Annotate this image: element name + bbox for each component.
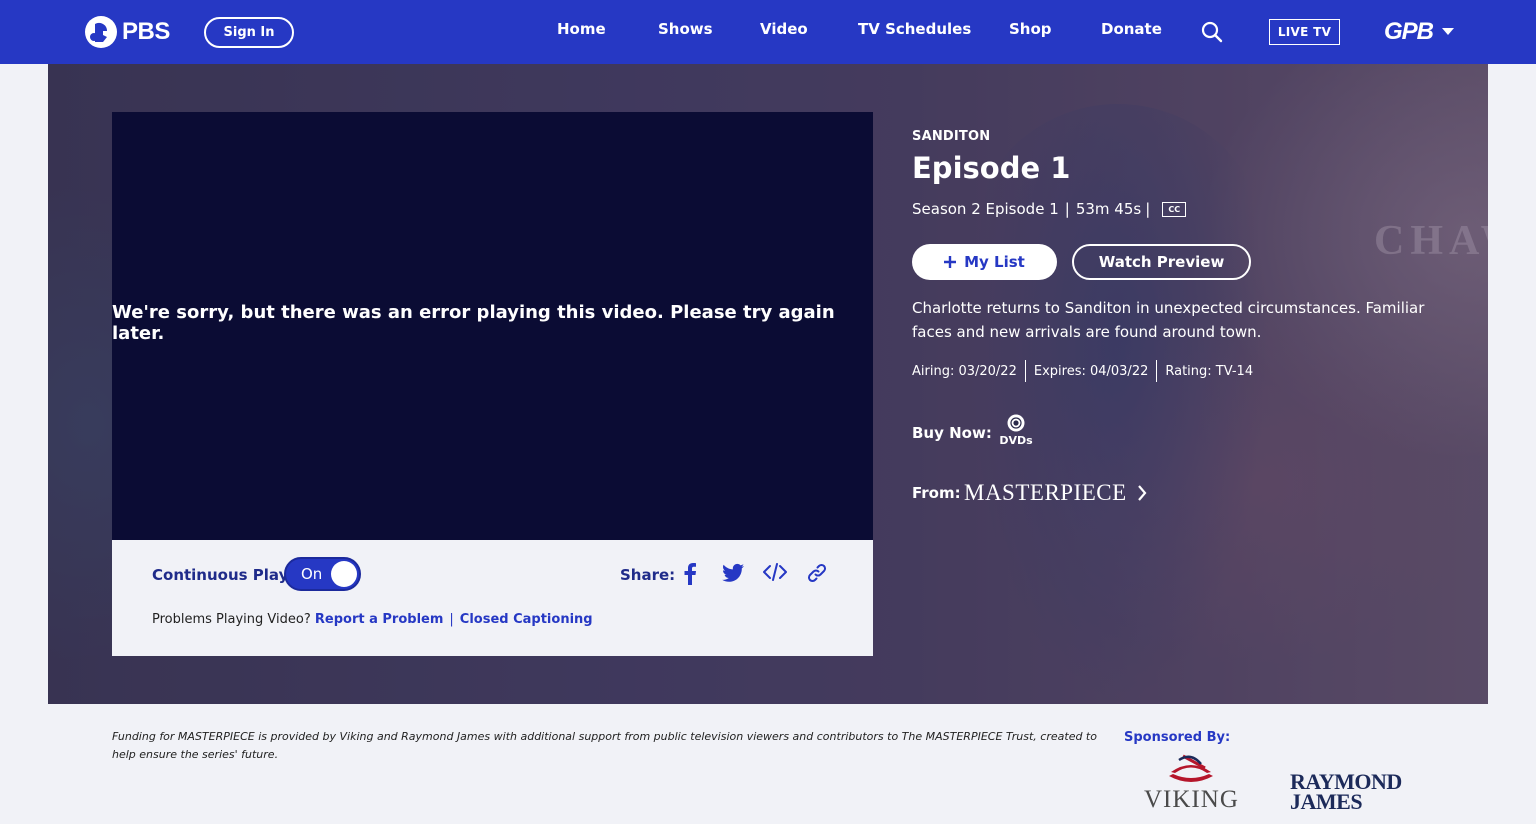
pbs-logo[interactable]: PBS xyxy=(84,15,170,49)
funding-credit: Funding for MASTERPIECE is provided by V… xyxy=(112,730,1097,761)
sign-in-button[interactable]: Sign In xyxy=(204,17,294,48)
link-separator: | xyxy=(449,612,454,627)
season-episode: Season 2 Episode 1 xyxy=(912,200,1059,218)
plus-icon xyxy=(944,256,957,268)
copy-link-icon[interactable] xyxy=(807,563,827,583)
live-tv-button[interactable]: LIVE TV xyxy=(1269,19,1340,45)
viking-wordmark: VIKING xyxy=(1144,786,1239,813)
continuous-play-toggle[interactable]: On xyxy=(284,557,361,591)
nav-tv-schedules[interactable]: TV Schedules xyxy=(858,20,971,38)
meta-separator: | xyxy=(1064,200,1070,218)
episode-description: Charlotte returns to Sanditon in unexpec… xyxy=(912,299,1425,341)
toggle-state: On xyxy=(301,565,323,583)
nav-video[interactable]: Video xyxy=(760,20,808,38)
my-list-label: My List xyxy=(964,253,1025,271)
facebook-icon[interactable] xyxy=(682,563,698,585)
report-problem-link[interactable]: Report a Problem xyxy=(315,612,444,627)
twitter-icon[interactable] xyxy=(722,563,744,583)
from-label: From: xyxy=(912,484,961,502)
pbs-head-icon xyxy=(85,16,117,48)
closed-caption-icon: CC xyxy=(1162,201,1187,217)
airing-date: Airing: 03/20/22 xyxy=(912,363,1017,379)
video-player[interactable]: We're sorry, but there was an error play… xyxy=(112,112,873,540)
player-controls-bar: Continuous Play: On Share: Problems Play… xyxy=(112,540,873,656)
chevron-down-icon xyxy=(1442,28,1455,35)
james-wordmark: JAMES xyxy=(1290,789,1363,814)
episode-meta: Season 2 Episode 1 | 53m 45s | CC xyxy=(912,200,1187,218)
divider xyxy=(1024,360,1026,382)
chevron-right-icon xyxy=(1137,485,1147,501)
sponsor-footer: Funding for MASTERPIECE is provided by V… xyxy=(48,704,1488,824)
station-selector[interactable]: GPB xyxy=(1384,18,1455,46)
viking-sponsor-logo[interactable]: VIKING xyxy=(1144,754,1239,814)
continuous-play-label: Continuous Play: xyxy=(152,566,295,584)
buy-dvds-link[interactable]: DVDs xyxy=(994,414,1038,447)
nav-home[interactable]: Home xyxy=(557,20,606,38)
sponsored-by-label: Sponsored By: xyxy=(1124,730,1231,745)
buy-now-label: Buy Now: xyxy=(912,424,992,442)
watch-preview-button[interactable]: Watch Preview xyxy=(1072,244,1251,280)
episode-title: Episode 1 xyxy=(912,151,1071,185)
gpb-logo: GPB xyxy=(1384,18,1434,45)
embed-code-icon[interactable] xyxy=(763,563,787,581)
search-icon[interactable] xyxy=(1201,21,1223,43)
my-list-button[interactable]: My List xyxy=(912,244,1057,280)
nav-shop[interactable]: Shop xyxy=(1009,20,1052,38)
player-error-message: We're sorry, but there was an error play… xyxy=(112,302,835,344)
duration: 53m 45s xyxy=(1075,200,1142,218)
raymond-james-sponsor-logo[interactable]: RAYMOND JAMES xyxy=(1290,771,1402,814)
divider xyxy=(1156,360,1158,382)
availability-info: Airing: 03/20/22 Expires: 04/03/22 Ratin… xyxy=(912,360,1253,382)
share-label: Share: xyxy=(620,566,676,584)
disc-icon xyxy=(1007,414,1025,432)
closed-captioning-link[interactable]: Closed Captioning xyxy=(460,612,593,627)
pbs-wordmark: PBS xyxy=(122,18,170,45)
rating: Rating: TV-14 xyxy=(1165,363,1254,379)
hero-section: CHAWST We're sorry, but there was an err… xyxy=(48,64,1488,704)
expires-date: Expires: 04/03/22 xyxy=(1033,363,1149,379)
masterpiece-logo: MASTERPIECE xyxy=(964,480,1127,505)
nav-donate[interactable]: Donate xyxy=(1101,20,1162,38)
dvds-label: DVDs xyxy=(999,434,1033,447)
site-header: PBS Sign In Home Shows Video TV Schedule… xyxy=(0,0,1536,64)
toggle-knob xyxy=(331,561,357,587)
viking-ship-icon xyxy=(1169,754,1214,782)
masterpiece-logo-link[interactable]: MASTERPIECE xyxy=(964,480,1147,506)
meta-separator: | xyxy=(1145,200,1151,218)
problems-text: Problems Playing Video? xyxy=(152,612,311,627)
playback-help: Problems Playing Video? Report a Problem… xyxy=(152,612,593,627)
show-title-link[interactable]: SANDITON xyxy=(912,129,990,144)
nav-shows[interactable]: Shows xyxy=(658,20,713,38)
